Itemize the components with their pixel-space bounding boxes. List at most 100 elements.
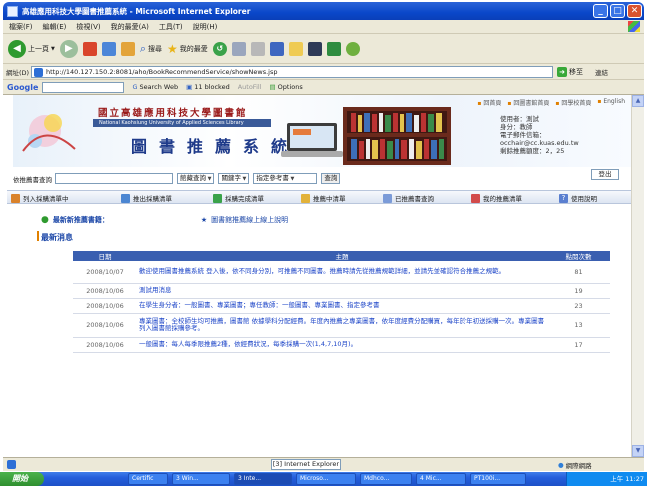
back-button[interactable]: ◀ 上一頁 ▼	[8, 39, 55, 58]
links-label[interactable]: 連結	[595, 67, 608, 77]
news-subject-link[interactable]: 專業圖書：全校師生均可推薦，圖書館 依據學科分配經費。年度內推薦之專業圖書，依年…	[137, 313, 547, 338]
header-banner: 回首頁 回圖書館首頁 回學校首頁 English 國立高雄應用科技大學圖書館 N…	[13, 95, 631, 167]
messenger-button[interactable]	[345, 41, 360, 56]
taskbar-item[interactable]: Mdhco...	[360, 473, 412, 485]
search-type-select[interactable]: 館藏查詢	[177, 173, 215, 184]
func-recommended-query[interactable]: 已推薦書查詢	[383, 193, 434, 203]
user-email-label: 電子郵件信箱：	[500, 131, 546, 139]
search-button[interactable]: ⌕ 搜尋	[140, 42, 162, 56]
taskbar-item[interactable]: PT100i...	[470, 473, 526, 485]
scroll-down-button[interactable]: ▼	[632, 445, 644, 457]
star-bullet-icon: ★	[200, 216, 208, 224]
home-button[interactable]	[120, 41, 135, 56]
help-icon: ?	[559, 193, 568, 203]
go-button[interactable]: ➜ 移至	[557, 66, 587, 78]
news-subject-link[interactable]: 在學生身分者：一般圖書、專業圖書；專任教師：一般圖書、專業圖書、指定參考書	[137, 298, 547, 314]
excel-button[interactable]	[326, 41, 341, 56]
list-icon	[121, 193, 130, 203]
menu-view[interactable]: 檢視(V)	[76, 22, 100, 32]
menu-tools[interactable]: 工具(T)	[159, 22, 183, 32]
recommend-link[interactable]: 圖書館推薦線上線上說明	[211, 215, 288, 225]
popup-blocked-button[interactable]: ▣ 11 blocked	[186, 83, 230, 91]
messenger-icon	[345, 41, 360, 56]
news-subject-link[interactable]: 歡迎使用圖書推薦系統 登入後，依不同身分別，可推薦不同圖書。推薦時請先從推薦規範…	[137, 261, 547, 284]
func-recommending-list[interactable]: 推薦中清單	[301, 193, 346, 203]
page-icon	[34, 68, 43, 77]
keyword-input[interactable]	[55, 173, 173, 184]
mail-button[interactable]	[231, 41, 246, 56]
taskbar-item[interactable]: 4 Mic...	[416, 473, 466, 485]
minimize-button[interactable]: _	[593, 4, 608, 18]
taskbar-item[interactable]: Certific	[128, 473, 168, 485]
taskbar-item[interactable]: 3 Inte...	[234, 473, 292, 485]
news-section-title: 最新消息	[41, 233, 73, 242]
menu-file[interactable]: 檔案(F)	[9, 22, 33, 32]
func-submitted-list[interactable]: 推出採購清單	[121, 193, 172, 203]
top-link-home[interactable]: 回首頁	[477, 98, 501, 107]
search-submit-button[interactable]: 查詢	[321, 173, 341, 184]
logout-button[interactable]: 登出	[591, 169, 619, 180]
research-button[interactable]	[307, 41, 322, 56]
news-subject-link[interactable]: 測試用消息	[137, 283, 547, 299]
function-bar: 列入採購清單中 推出採購清單 採購完成清單 推薦中清單 已推薦書查詢 我的推薦清…	[7, 190, 631, 204]
menu-favorites[interactable]: 我的最愛(A)	[111, 22, 149, 32]
status-bar: [3] Internet Explorer ● 網際網路	[3, 457, 644, 471]
back-label: 上一頁	[28, 44, 49, 53]
search-icon: ⌕	[139, 41, 147, 55]
scroll-up-button[interactable]: ▲	[632, 95, 644, 107]
forward-button[interactable]: ▶	[59, 39, 78, 58]
news-count: 81	[547, 261, 610, 284]
favorites-button[interactable]: ★ 我的最愛	[167, 42, 208, 56]
top-link-library[interactable]: 回圖書館首頁	[507, 98, 549, 107]
history-icon: ↺	[212, 41, 227, 56]
globe-icon: ●	[558, 461, 564, 469]
history-button[interactable]: ↺	[212, 41, 227, 56]
func-my-recommendations[interactable]: 我的推薦清單	[471, 193, 522, 203]
top-link-english[interactable]: English	[597, 98, 625, 107]
cart-icon	[11, 193, 20, 203]
search-scope-select[interactable]: 指定參考書	[253, 173, 318, 184]
menu-edit[interactable]: 編輯(E)	[43, 22, 67, 32]
options-button[interactable]: ▤ Options	[270, 83, 303, 91]
back-arrow-icon: ◀	[8, 39, 26, 58]
menu-bar: 檔案(F) 編輯(E) 檢視(V) 我的最愛(A) 工具(T) 說明(H)	[3, 20, 644, 34]
user-info: 使用者：測試 身分：教師 電子郵件信箱： occhair@cc.kuas.edu…	[500, 115, 579, 155]
search-label: 搜尋	[148, 44, 163, 53]
print-button[interactable]	[250, 41, 265, 56]
edit-button[interactable]	[269, 41, 284, 56]
maximize-button[interactable]: □	[610, 4, 625, 18]
close-button[interactable]: ✕	[627, 4, 642, 18]
folder-button[interactable]	[288, 41, 303, 56]
options-icon: ▤	[269, 83, 276, 91]
refresh-button[interactable]	[101, 41, 116, 56]
stop-button[interactable]	[82, 41, 97, 56]
taskbar-item[interactable]: 3 Win...	[172, 473, 230, 485]
google-search-input[interactable]	[42, 81, 125, 93]
mail-icon	[231, 41, 246, 56]
word-icon	[269, 41, 284, 56]
autofill-button[interactable]: AutoFill	[238, 83, 262, 91]
user-role: 身分：教師	[500, 123, 533, 131]
taskbar-item[interactable]: Microso...	[296, 473, 356, 485]
header-date: 日期	[73, 251, 137, 261]
search-field-select[interactable]: 關鍵字	[218, 173, 250, 184]
func-completed-list[interactable]: 採購完成清單	[213, 193, 264, 203]
vertical-scrollbar[interactable]: ▲ ▼	[631, 95, 644, 457]
url-input[interactable]: http://140.127.150.2:8081/aho/BookRecomm…	[31, 66, 553, 78]
zone-label: 網際網路	[565, 462, 592, 470]
func-purchase-list[interactable]: 列入採購清單中	[11, 193, 69, 203]
status-center: [3] Internet Explorer	[271, 459, 341, 470]
news-title-marker	[37, 231, 39, 241]
google-search-web-button[interactable]: G Search Web	[132, 83, 178, 91]
top-link-school[interactable]: 回學校首頁	[555, 98, 591, 107]
search-label: 依推薦書查詢	[13, 175, 52, 184]
func-help[interactable]: ? 使用說明	[559, 193, 597, 203]
menu-help[interactable]: 說明(H)	[193, 22, 218, 32]
address-label: 網址(D)	[6, 69, 30, 77]
window-titlebar[interactable]: 高雄應用科技大學圖書推薦系統 - Microsoft Internet Expl…	[3, 2, 644, 20]
news-subject-link[interactable]: 一般圖書：每人每季限推薦2種，依經費狀況，每季採購一次(1,4,7,10月)。	[137, 337, 547, 353]
school-english-name: National Kaohsiung University of Applied…	[93, 119, 271, 127]
recommend-row: ● 最新新推薦書籍： ★ 圖書館推薦線上線上說明	[41, 215, 288, 225]
done-page-icon	[7, 460, 16, 469]
start-button[interactable]: 開始	[0, 472, 44, 486]
